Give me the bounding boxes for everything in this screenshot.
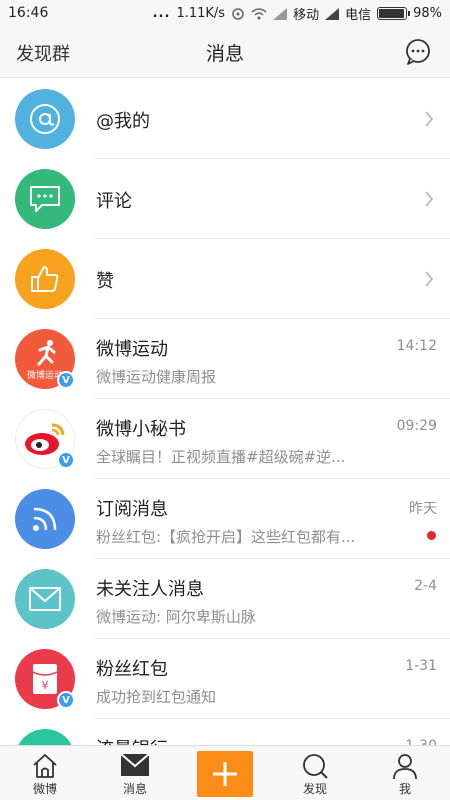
home-icon [33,754,57,778]
header-bar: 发现群 消息 [0,26,450,78]
list-item-weibo-sports[interactable]: 微博运动 V 微博运动 微博运动健康周报 14:12 [0,319,450,399]
tab-discover[interactable]: 发现 [270,746,360,800]
tab-label: 微博 [32,782,57,796]
profile-icon [393,754,417,780]
item-name: 微博运动 [96,339,168,360]
item-name: 订阅消息 [96,499,168,520]
unread-dot [427,531,436,540]
item-preview: 粉丝红包:【疯抢开启】这些红包都有... [96,528,356,546]
item-name: 未关注人消息 [96,579,204,600]
signal-icon [273,7,288,20]
envelope-icon [15,569,75,629]
item-name: 赞 [96,271,114,292]
bottom-tab-bar: 微博 消息 发现 我 [0,745,450,800]
tab-label: 发现 [302,782,327,796]
list-item-subscriptions[interactable]: 订阅消息 粉丝红包:【疯抢开启】这些红包都有... 昨天 [0,479,450,559]
item-name: @我的 [96,111,150,132]
item-time: 昨天 [409,501,437,517]
tab-weibo[interactable]: 微博 [0,746,90,800]
carrier-mobile: 移动 [293,8,320,23]
battery-level: 98% [413,6,442,21]
comment-icon [15,169,75,229]
item-preview: 微博运动: 阿尔卑斯山脉 [96,608,256,626]
plus-icon [213,762,237,786]
at-icon [15,89,75,149]
list-item-comments[interactable]: 评论 [0,159,450,239]
verified-badge-icon: V [57,691,75,709]
item-time: 1-31 [405,658,437,674]
status-bar: 16:46 ... 1.11K/s 移动 电信 98% [0,0,450,26]
item-name: 评论 [96,191,132,212]
rss-icon [15,489,75,549]
item-name: 微博小秘书 [96,419,186,440]
thumbs-up-icon [15,249,75,309]
signal-icon-2 [325,7,340,20]
tab-label: 我 [398,782,411,796]
list-item-weibo-secretary[interactable]: V 微博小秘书 全球瞩目！正视频直播#超级碗#逆... 09:29 [0,399,450,479]
chevron-right-icon [425,191,434,207]
item-time: 2-4 [414,578,437,594]
network-speed: 1.11K/s [176,6,226,21]
item-time: 14:12 [396,338,437,354]
verified-badge-icon: V [57,451,75,469]
list-item-mentions[interactable]: @我的 [0,79,450,159]
battery-icon [377,7,411,20]
item-time: 09:29 [396,418,437,434]
mail-icon [120,753,150,776]
tab-label: 消息 [122,782,147,796]
item-preview: 成功抢到红包通知 [96,688,217,706]
page-title: 消息 [205,43,244,65]
status-right: ... 1.11K/s 移动 电信 98% [153,4,442,23]
wifi-icon [251,7,267,19]
verified-badge-icon: V [57,371,75,389]
alarm-icon [232,7,244,20]
compose-plus-button[interactable] [197,751,253,797]
chevron-right-icon [425,111,434,127]
tab-me[interactable]: 我 [360,746,450,800]
search-icon [303,754,328,779]
tab-messages[interactable]: 消息 [90,746,180,800]
status-dots: ... [152,6,171,21]
item-preview: 微博运动健康周报 [96,368,217,386]
chevron-right-icon [425,271,434,287]
carrier-telecom: 电信 [345,8,372,23]
list-item-likes[interactable]: 赞 [0,239,450,319]
chat-bubble-icon[interactable] [404,38,432,66]
status-time: 16:46 [8,5,49,21]
item-preview: 全球瞩目！正视频直播#超级碗#逆... [96,448,346,466]
list-item-fan-red-packet[interactable]: ¥ V 粉丝红包 成功抢到红包通知 1-31 [0,639,450,719]
item-name: 粉丝红包 [96,659,168,680]
svg-text:¥: ¥ [42,679,49,692]
list-item-stranger-messages[interactable]: 未关注人消息 微博运动: 阿尔卑斯山脉 2-4 [0,559,450,639]
